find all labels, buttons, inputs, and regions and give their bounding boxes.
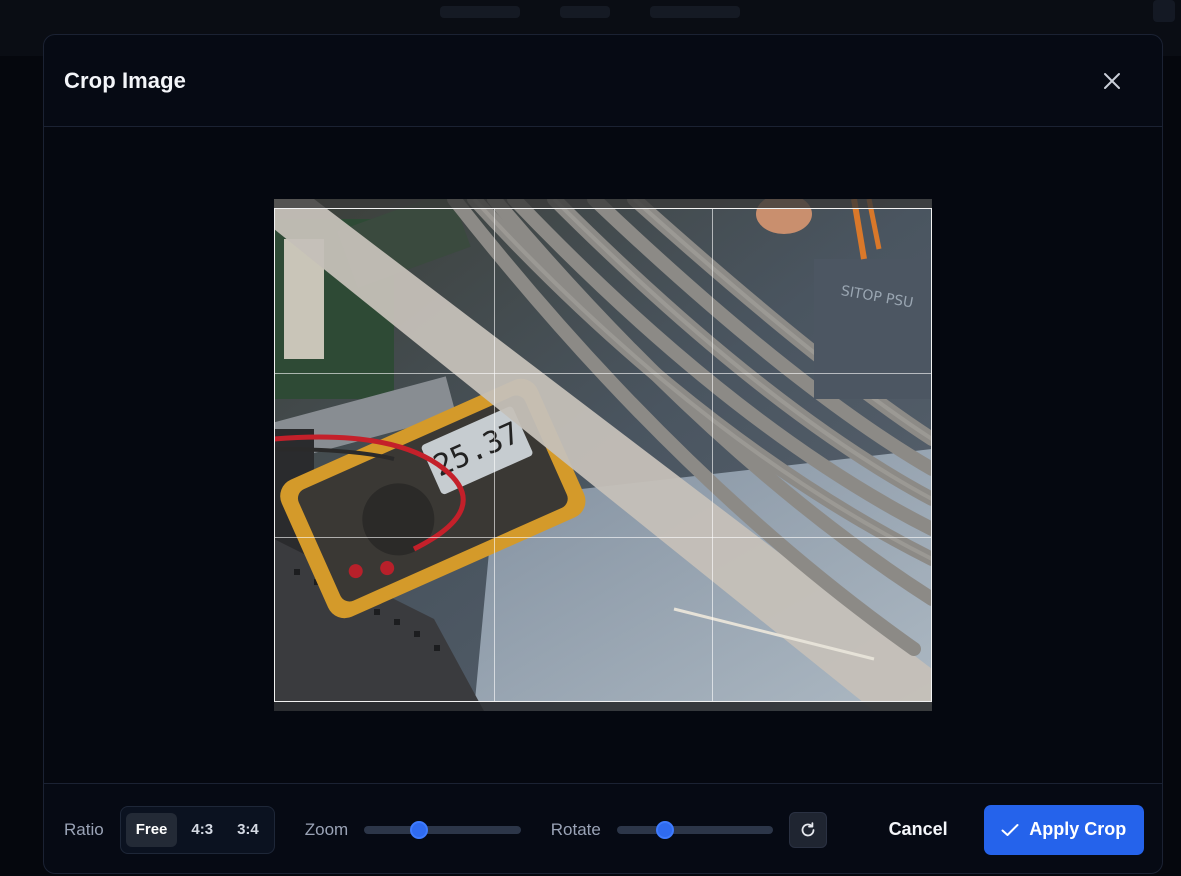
ratio-free-button[interactable]: Free — [125, 812, 178, 847]
ratio-4-3-button[interactable]: 4:3 — [181, 813, 223, 847]
rotate-slider-track[interactable] — [616, 825, 774, 834]
grid-line-vertical — [712, 209, 714, 701]
zoom-slider-thumb[interactable] — [410, 820, 429, 839]
dialog-title: Crop Image — [64, 67, 187, 93]
background-nav-item — [560, 6, 610, 18]
close-button[interactable] — [1098, 67, 1126, 95]
background-nav — [440, 0, 740, 24]
crop-canvas[interactable]: 25.37 SITOP PSU — [44, 127, 1162, 783]
grid-line-horizontal — [275, 536, 931, 538]
rotate-reset-icon — [801, 821, 815, 836]
cancel-button[interactable]: Cancel — [881, 807, 956, 852]
rotate-label: Rotate — [550, 819, 601, 839]
ratio-3-4-button[interactable]: 3:4 — [227, 813, 269, 847]
apply-crop-label: Apply Crop — [1029, 819, 1127, 839]
background-nav-item — [650, 6, 740, 18]
ratio-label: Ratio — [64, 819, 104, 839]
background-nav-item — [440, 6, 520, 18]
grid-line-vertical — [493, 209, 495, 701]
crop-dialog: Crop Image 25.37 SITOP PSU Ratio Free 4:… — [43, 34, 1163, 874]
zoom-slider[interactable] — [364, 820, 521, 840]
crop-selection[interactable] — [274, 208, 932, 702]
ratio-selector: Free 4:3 3:4 — [119, 805, 275, 854]
rotate-slider[interactable] — [616, 820, 774, 840]
close-icon — [1104, 72, 1120, 89]
apply-crop-button[interactable]: Apply Crop — [983, 804, 1145, 855]
crop-toolbar: Ratio Free 4:3 3:4 Zoom Rotate Cancel Ap… — [44, 783, 1162, 873]
check-icon — [1001, 823, 1019, 836]
dialog-header: Crop Image — [44, 35, 1162, 127]
grid-line-horizontal — [275, 372, 931, 374]
background-avatar — [1153, 0, 1175, 22]
rotate-slider-thumb[interactable] — [655, 820, 674, 839]
reset-rotation-button[interactable] — [789, 811, 827, 848]
zoom-label: Zoom — [304, 819, 349, 839]
zoom-slider-track[interactable] — [364, 825, 521, 834]
